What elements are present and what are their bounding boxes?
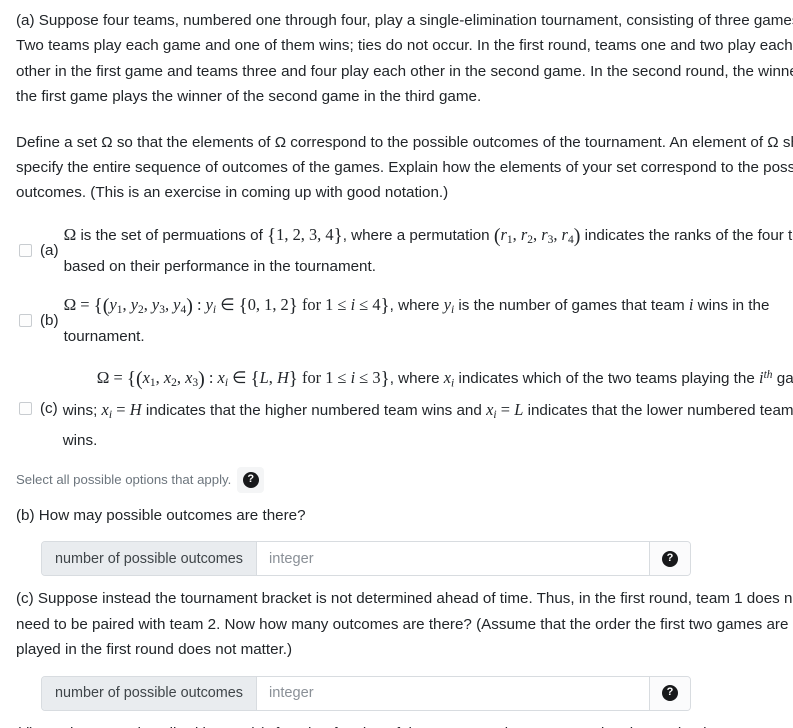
option-checkbox-a[interactable] xyxy=(19,244,32,258)
help-button-answer-c[interactable]: ? xyxy=(649,676,690,710)
option-text-b: Ω = {(y1, y2, y3, y4) : yi ∈ {0, 1, 2} f… xyxy=(63,295,770,346)
answer-group-c[interactable]: number of possible outcomes ? xyxy=(41,675,691,711)
option-text-a: Ω is the set of permuations of {1, 2, 3,… xyxy=(64,222,793,279)
answer-b-input[interactable] xyxy=(256,542,649,576)
option-a-mid: , where a permutation xyxy=(342,226,490,244)
problem-statement-part-a: (a) Suppose four teams, numbered one thr… xyxy=(16,12,793,106)
option-row-c[interactable]: (c) Ω = {(x1, x2, x3) : xi ∈ {L, H} for … xyxy=(16,363,793,454)
option-a-set: {1, 2, 3, 4} xyxy=(267,224,343,247)
option-a-tuple: (r1, r2, r3, r4) xyxy=(493,224,581,247)
help-button-options[interactable]: ? xyxy=(237,467,265,494)
problem-instruction: Define a set Ω so that the elements of Ω… xyxy=(16,133,793,202)
option-text-c: Ω = {(x1, x2, x3) : xi ∈ {L, H} for 1 ≤ … xyxy=(62,367,793,450)
help-question-icon: ? xyxy=(242,472,259,489)
options-list: (a) Ω is the set of permuations of {1, 2… xyxy=(16,222,793,454)
option-letter-b: (b) xyxy=(40,312,59,330)
help-button-answer-b[interactable]: ? xyxy=(649,542,690,576)
option-row-b[interactable]: (b) Ω = {(y1, y2, y3, y4) : yi ∈ {0, 1, … xyxy=(16,292,793,349)
answer-c-input[interactable] xyxy=(256,676,649,710)
option-letter-a: (a) xyxy=(40,242,59,260)
option-checkbox-b[interactable] xyxy=(19,314,32,328)
select-all-note: Select all possible options that apply. … xyxy=(16,467,793,494)
exercise-content: (a) Suppose four teams, numbered one thr… xyxy=(0,0,793,728)
answer-group-b[interactable]: number of possible outcomes ? xyxy=(41,541,691,577)
option-letter-c: (c) xyxy=(40,399,58,417)
help-question-icon: ? xyxy=(662,685,678,702)
question-part-b: (b) How may possible outcomes are there? xyxy=(16,507,306,525)
answer-b-label: number of possible outcomes xyxy=(42,542,257,576)
answer-c-label: number of possible outcomes xyxy=(42,676,257,710)
option-checkbox-c[interactable] xyxy=(19,401,32,415)
option-a-lead: is the set of permuations of xyxy=(80,226,263,244)
question-part-c: (c) Suppose instead the tournament brack… xyxy=(16,590,793,659)
question-part-d: (d) For the setup described in part (c),… xyxy=(16,721,793,728)
help-question-icon: ? xyxy=(662,550,678,567)
exercise-page: (a) Suppose four teams, numbered one thr… xyxy=(0,0,793,728)
select-all-label: Select all possible options that apply. xyxy=(16,472,232,488)
option-row-a[interactable]: (a) Ω is the set of permuations of {1, 2… xyxy=(16,222,793,279)
